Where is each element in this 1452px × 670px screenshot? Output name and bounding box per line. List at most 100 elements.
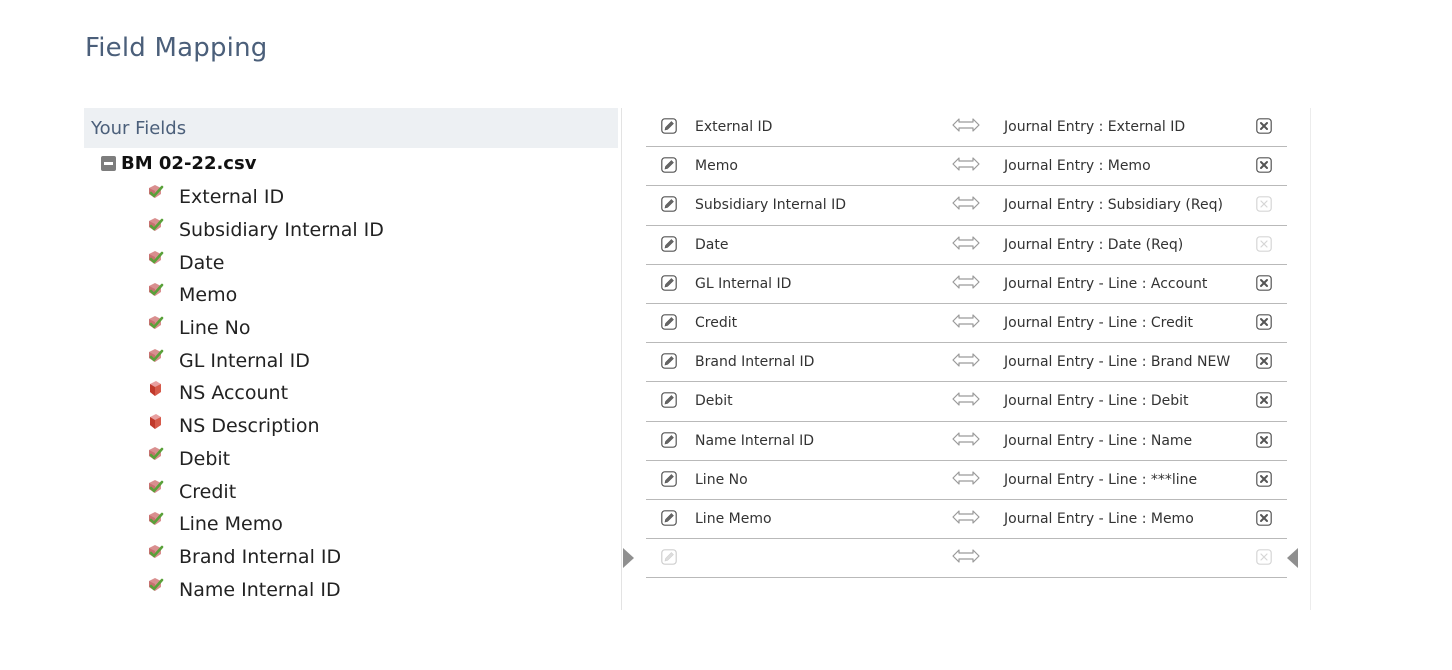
field-list: External ID Subsidiary Internal ID Date …	[146, 181, 384, 606]
mapping-row: Memo Journal Entry : Memo	[646, 147, 1287, 187]
mapping-target-label: Journal Entry - Line : Account	[1004, 275, 1208, 292]
file-name: BM 02-22.csv	[121, 153, 257, 174]
field-item[interactable]: Line No	[146, 312, 384, 345]
mapped-field-icon	[146, 479, 164, 497]
mapping-target-label: Journal Entry - Line : Debit	[1004, 393, 1189, 410]
remove-mapping-icon	[1256, 235, 1272, 252]
edit-icon[interactable]	[661, 196, 677, 213]
bidirectional-arrow-icon	[952, 117, 980, 133]
bidirectional-arrow-icon	[952, 313, 980, 329]
mapped-field-icon	[146, 184, 164, 202]
field-item[interactable]: NS Account	[146, 377, 384, 410]
mapping-row: Name Internal ID Journal Entry - Line : …	[646, 422, 1287, 461]
remove-mapping-icon[interactable]	[1256, 470, 1272, 487]
edit-icon[interactable]	[661, 314, 677, 330]
mapping-target-label: Journal Entry : Subsidiary (Req)	[1004, 197, 1223, 214]
remove-mapping-icon[interactable]	[1256, 510, 1272, 526]
collapse-left-triangle-icon[interactable]	[623, 548, 634, 568]
collapse-icon[interactable]	[101, 156, 116, 171]
your-fields-panel: Your Fields BM 02-22.csv External ID Sub…	[84, 108, 618, 610]
field-item[interactable]: Debit	[146, 443, 384, 476]
bidirectional-arrow-icon	[952, 509, 980, 525]
mapped-field-icon	[146, 446, 164, 464]
field-item[interactable]: Memo	[146, 279, 384, 312]
page-title: Field Mapping	[85, 33, 268, 63]
edit-icon[interactable]	[661, 510, 677, 526]
mapping-target-label: Journal Entry - Line : Credit	[1004, 314, 1193, 331]
field-item[interactable]: Brand Internal ID	[146, 541, 384, 574]
mapping-row: Subsidiary Internal ID Journal Entry : S…	[646, 186, 1287, 226]
field-label: Line Memo	[179, 513, 283, 536]
edit-icon[interactable]	[661, 353, 677, 369]
edit-icon[interactable]	[661, 157, 677, 173]
mapping-target-label: Journal Entry - Line : ***line	[1004, 471, 1198, 488]
field-item[interactable]: Subsidiary Internal ID	[146, 214, 384, 247]
remove-mapping-icon	[1256, 549, 1272, 565]
field-label: Date	[179, 251, 225, 274]
field-label: GL Internal ID	[179, 349, 310, 372]
edit-icon[interactable]	[661, 431, 677, 448]
field-label: Brand Internal ID	[179, 545, 342, 568]
field-item[interactable]: External ID	[146, 181, 384, 214]
field-item[interactable]: NS Description	[146, 410, 384, 443]
field-label: Subsidiary Internal ID	[179, 219, 384, 242]
remove-mapping-icon[interactable]	[1256, 274, 1272, 291]
panel-divider	[621, 108, 622, 610]
bidirectional-arrow-icon	[952, 195, 980, 211]
bidirectional-arrow-icon	[952, 352, 980, 368]
mapping-source-label: External ID	[695, 119, 773, 135]
mapping-row: Brand Internal ID Journal Entry - Line :…	[646, 343, 1287, 383]
field-label: External ID	[179, 186, 285, 209]
mapping-row: Date Journal Entry : Date (Req)	[646, 226, 1287, 265]
field-label: Debit	[179, 447, 231, 470]
edit-icon[interactable]	[661, 274, 677, 291]
bidirectional-arrow-icon	[952, 548, 980, 564]
mapping-row	[646, 539, 1287, 579]
collapse-right-triangle-icon[interactable]	[1287, 548, 1298, 568]
edit-icon[interactable]	[661, 118, 677, 134]
remove-mapping-icon[interactable]	[1256, 353, 1272, 369]
remove-mapping-icon[interactable]	[1256, 157, 1272, 173]
edit-icon[interactable]	[661, 235, 677, 252]
mapped-field-icon	[146, 250, 164, 268]
field-item[interactable]: Line Memo	[146, 508, 384, 541]
mapping-source-label: Line Memo	[695, 510, 772, 527]
edit-icon[interactable]	[661, 392, 677, 409]
field-item[interactable]: GL Internal ID	[146, 344, 384, 377]
mapped-field-icon	[146, 217, 164, 235]
remove-mapping-icon[interactable]	[1256, 392, 1272, 409]
bidirectional-arrow-icon	[952, 391, 980, 407]
edit-icon	[661, 549, 677, 565]
mapping-target-label: Journal Entry - Line : Name	[1004, 432, 1193, 449]
bidirectional-arrow-icon	[952, 156, 980, 172]
field-item[interactable]: Date	[146, 246, 384, 279]
unmapped-field-icon	[146, 380, 164, 398]
panel-right-edge	[1310, 108, 1311, 610]
bidirectional-arrow-icon	[952, 431, 980, 447]
mapping-source-label: GL Internal ID	[695, 275, 792, 292]
bidirectional-arrow-icon	[952, 235, 980, 251]
field-label: Credit	[179, 480, 237, 503]
mapping-source-label: Memo	[695, 158, 738, 175]
mapping-source-label: Brand Internal ID	[695, 354, 815, 371]
mapping-target-label: Journal Entry : Memo	[1004, 158, 1151, 175]
bidirectional-arrow-icon	[952, 274, 980, 290]
file-node[interactable]: BM 02-22.csv	[101, 153, 256, 174]
mapped-field-icon	[146, 348, 164, 366]
mapping-row: Debit Journal Entry - Line : Debit	[646, 382, 1287, 422]
field-label: NS Description	[179, 415, 320, 438]
remove-mapping-icon[interactable]	[1256, 118, 1272, 134]
mapped-field-icon	[146, 511, 164, 529]
field-item[interactable]: Name Internal ID	[146, 573, 384, 606]
mapped-field-icon	[146, 577, 164, 595]
remove-mapping-icon[interactable]	[1256, 314, 1272, 330]
field-item[interactable]: Credit	[146, 475, 384, 508]
mapping-row: Line No Journal Entry - Line : ***line	[646, 461, 1287, 500]
your-fields-header: Your Fields	[84, 108, 618, 148]
edit-icon[interactable]	[661, 470, 677, 487]
mapping-row: Credit Journal Entry - Line : Credit	[646, 304, 1287, 344]
mapping-source-label: Name Internal ID	[695, 432, 815, 449]
unmapped-field-icon	[146, 413, 164, 431]
bidirectional-arrow-icon	[952, 470, 980, 486]
remove-mapping-icon[interactable]	[1256, 431, 1272, 448]
